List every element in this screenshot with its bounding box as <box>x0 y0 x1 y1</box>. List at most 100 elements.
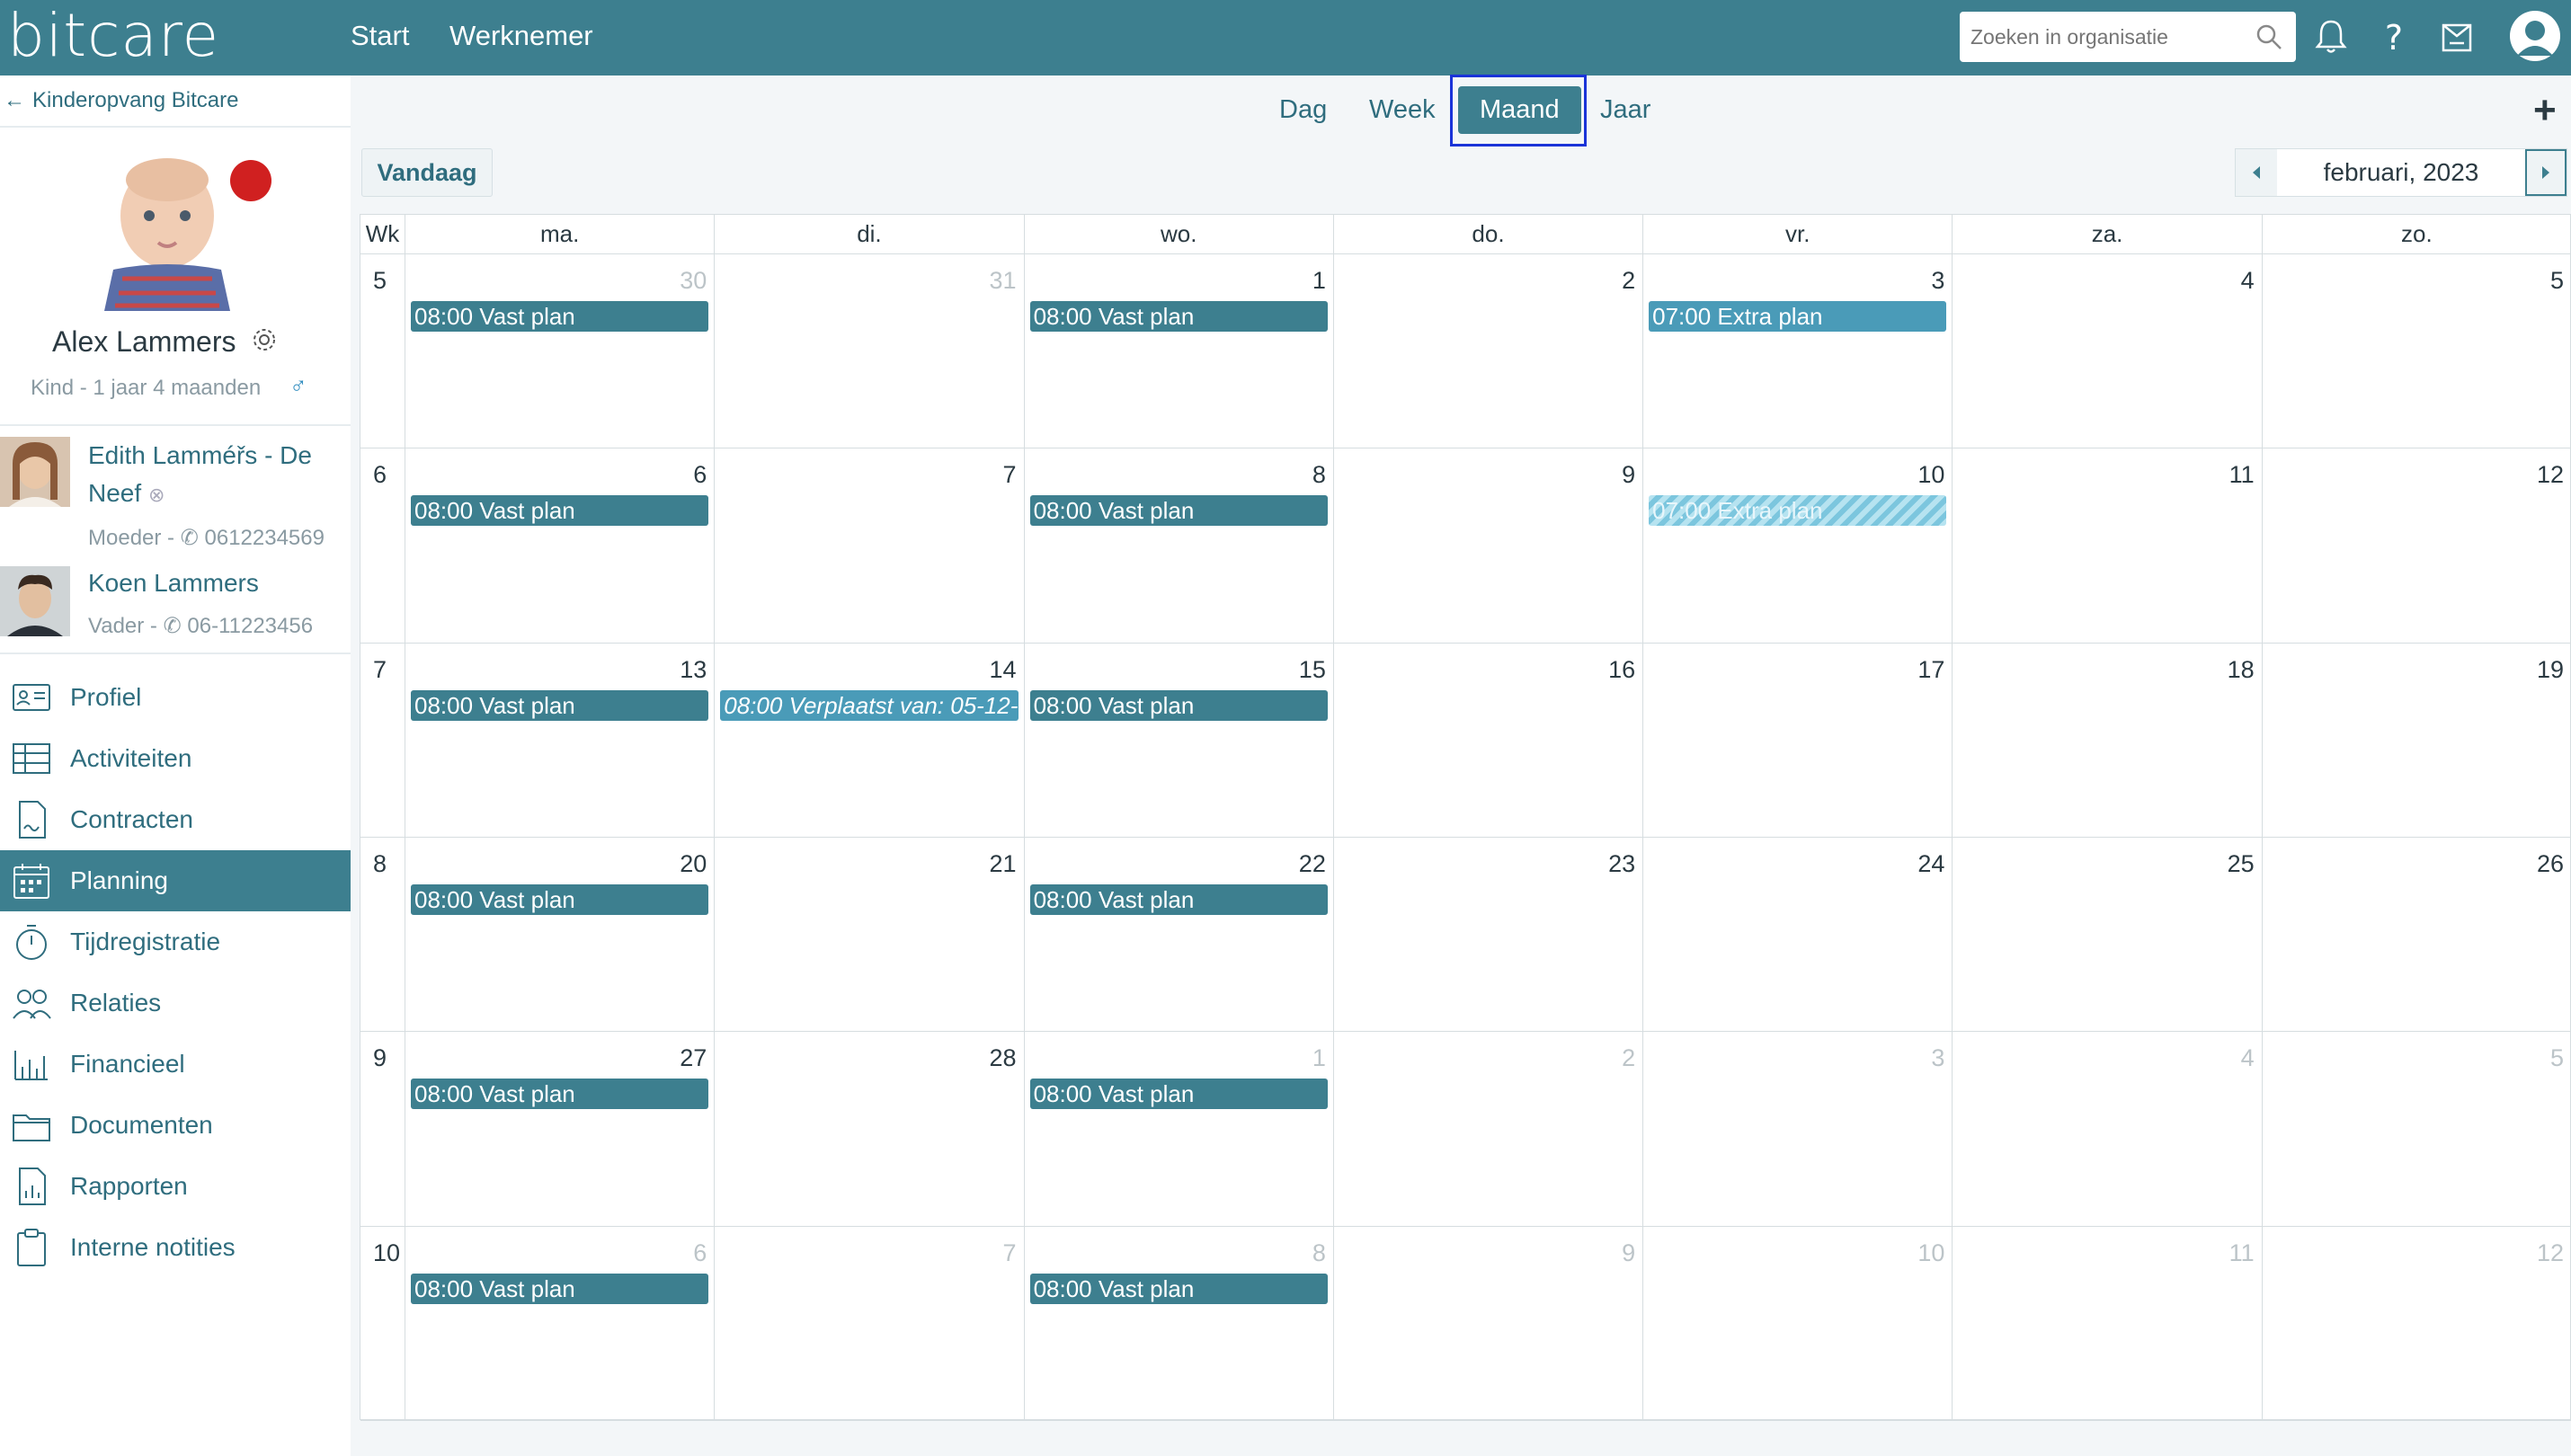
day-cell[interactable]: 6 08:00 Vast plan <box>405 448 716 644</box>
week-number-cell[interactable]: 6 <box>360 448 405 644</box>
day-cell[interactable]: 4 <box>1953 254 2263 449</box>
day-cell[interactable]: 6 08:00 Vast plan <box>405 1226 716 1421</box>
day-cell[interactable]: 23 <box>1333 838 1644 1033</box>
relation-name-father[interactable]: Koen Lammers <box>88 564 259 602</box>
user-avatar-icon[interactable] <box>2508 9 2562 63</box>
search-input[interactable] <box>1960 12 2238 62</box>
day-cell[interactable]: 19 <box>2262 643 2571 838</box>
add-icon[interactable]: + <box>2533 88 2557 133</box>
day-cell[interactable]: 3 <box>1643 1032 1953 1227</box>
help-icon[interactable]: ? <box>2373 16 2415 58</box>
day-cell[interactable]: 25 <box>1953 838 2263 1033</box>
nav-start[interactable]: Start <box>351 20 409 52</box>
day-cell[interactable]: 9 <box>1333 1226 1644 1421</box>
day-cell[interactable]: 1 08:00 Vast plan <box>1024 254 1334 449</box>
nav-werknemer[interactable]: Werknemer <box>449 20 593 52</box>
menu-item-documenten[interactable]: Documenten <box>0 1095 351 1156</box>
bell-icon[interactable] <box>2310 16 2352 58</box>
day-cell[interactable]: 20 08:00 Vast plan <box>405 838 716 1033</box>
day-cell[interactable]: 8 08:00 Vast plan <box>1024 448 1334 644</box>
day-cell[interactable]: 8 08:00 Vast plan <box>1024 1226 1334 1421</box>
relation-name-mother[interactable]: Edith Lamméřs - De <box>88 437 312 475</box>
day-cell[interactable]: 2 <box>1333 254 1644 449</box>
relation-phone[interactable]: 0612234569 <box>205 526 325 550</box>
plan-event[interactable]: 07:00 Extra plan <box>1649 301 1947 332</box>
day-cell[interactable]: 4 <box>1953 1032 2263 1227</box>
week-number-cell[interactable]: 7 <box>360 643 405 838</box>
next-month-button[interactable] <box>2525 149 2567 196</box>
day-cell[interactable]: 21 <box>715 838 1025 1033</box>
day-cell[interactable]: 12 <box>2262 1226 2571 1421</box>
child-avatar[interactable] <box>86 153 248 311</box>
week-number-cell[interactable]: 8 <box>360 838 405 1033</box>
menu-item-activiteiten[interactable]: Activiteiten <box>0 728 351 789</box>
plan-event[interactable]: 08:00 Vast plan <box>1029 495 1328 527</box>
day-cell[interactable]: 17 <box>1643 643 1953 838</box>
back-link[interactable]: ← Kinderopvang Bitcare <box>4 88 238 113</box>
plan-event[interactable]: 08:00 Verplaatst van: 05-12- <box>720 689 1019 721</box>
tab-week[interactable]: Week <box>1369 95 1436 125</box>
day-cell[interactable]: 3 07:00 Extra plan <box>1643 254 1953 449</box>
day-cell[interactable]: 10 07:00 Extra plan <box>1643 448 1953 644</box>
plan-event[interactable]: 08:00 Vast plan <box>411 689 709 721</box>
day-cell[interactable]: 11 <box>1953 448 2263 644</box>
relation-photo-mother[interactable] <box>0 437 70 507</box>
search-icon[interactable] <box>2255 22 2283 51</box>
plan-event[interactable]: 08:00 Vast plan <box>411 1273 709 1304</box>
menu-item-profiel[interactable]: Profiel <box>0 667 351 728</box>
week-number-cell[interactable]: 10 <box>360 1226 405 1421</box>
menu-item-interne-notities[interactable]: Interne notities <box>0 1217 351 1278</box>
organization-icon[interactable] <box>2436 16 2478 58</box>
plan-event[interactable]: 08:00 Vast plan <box>411 495 709 527</box>
menu-item-contracten[interactable]: Contracten <box>0 789 351 850</box>
day-cell[interactable]: 31 <box>715 254 1025 449</box>
tab-jaar[interactable]: Jaar <box>1600 95 1650 125</box>
day-cell[interactable]: 27 08:00 Vast plan <box>405 1032 716 1227</box>
day-cell[interactable]: 2 <box>1333 1032 1644 1227</box>
day-cell[interactable]: 10 <box>1643 1226 1953 1421</box>
day-cell[interactable]: 1 08:00 Vast plan <box>1024 1032 1334 1227</box>
day-cell[interactable]: 5 <box>2262 254 2571 449</box>
day-cell[interactable]: 13 08:00 Vast plan <box>405 643 716 838</box>
day-cell[interactable]: 18 <box>1953 643 2263 838</box>
day-cell[interactable]: 9 <box>1333 448 1644 644</box>
day-cell[interactable]: 30 08:00 Vast plan <box>405 254 716 449</box>
day-cell[interactable]: 7 <box>715 448 1025 644</box>
day-cell[interactable]: 16 <box>1333 643 1644 838</box>
plan-event[interactable]: 07:00 Extra plan <box>1649 495 1947 527</box>
day-cell[interactable]: 14 08:00 Verplaatst van: 05-12- <box>715 643 1025 838</box>
plan-event[interactable]: 08:00 Vast plan <box>1029 689 1328 721</box>
plan-event[interactable]: 08:00 Vast plan <box>411 301 709 332</box>
day-cell[interactable]: 5 <box>2262 1032 2571 1227</box>
week-number-cell[interactable]: 5 <box>360 254 405 449</box>
prev-month-button[interactable] <box>2236 149 2277 196</box>
plan-event[interactable]: 08:00 Vast plan <box>411 1079 709 1110</box>
today-button[interactable]: Vandaag <box>361 148 493 197</box>
menu-item-financieel[interactable]: Financieel <box>0 1034 351 1095</box>
plan-event[interactable]: 08:00 Vast plan <box>1029 1273 1328 1304</box>
plan-event[interactable]: 08:00 Vast plan <box>411 884 709 915</box>
gear-icon[interactable] <box>250 325 279 354</box>
day-cell[interactable]: 15 08:00 Vast plan <box>1024 643 1334 838</box>
day-cell[interactable]: 28 <box>715 1032 1025 1227</box>
plan-event[interactable]: 08:00 Vast plan <box>1029 1079 1328 1110</box>
plan-event[interactable]: 08:00 Vast plan <box>1029 884 1328 915</box>
tab-dag[interactable]: Dag <box>1279 95 1327 125</box>
week-number-cell[interactable]: 9 <box>360 1032 405 1227</box>
day-cell[interactable]: 7 <box>715 1226 1025 1421</box>
relation-phone[interactable]: 06-11223456 <box>187 614 313 638</box>
relation-photo-father[interactable] <box>0 566 70 636</box>
day-cell[interactable]: 22 08:00 Vast plan <box>1024 838 1334 1033</box>
menu-item-planning[interactable]: Planning <box>0 850 351 911</box>
plan-event[interactable]: 08:00 Vast plan <box>1029 301 1328 332</box>
day-cell[interactable]: 24 <box>1643 838 1953 1033</box>
day-cell[interactable]: 12 <box>2262 448 2571 644</box>
close-circle-icon[interactable]: ⊗ <box>148 484 165 506</box>
relation-name-mother-cont[interactable]: Neef ⊗ <box>88 475 165 514</box>
menu-item-tijdregistratie[interactable]: Tijdregistratie <box>0 911 351 972</box>
bitcare-logo[interactable]: bitcare <box>7 4 219 68</box>
day-cell[interactable]: 11 <box>1953 1226 2263 1421</box>
day-cell[interactable]: 26 <box>2262 838 2571 1033</box>
menu-item-relaties[interactable]: Relaties <box>0 972 351 1034</box>
menu-item-rapporten[interactable]: Rapporten <box>0 1156 351 1217</box>
